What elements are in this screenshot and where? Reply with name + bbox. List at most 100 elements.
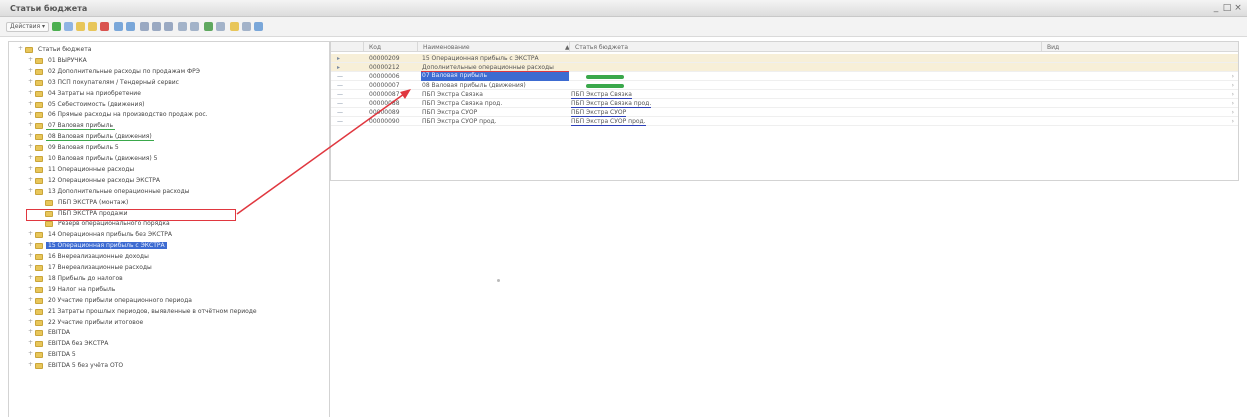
tree-item[interactable]: + EBITDA без ЭКСТРА	[9, 339, 329, 348]
tree-item[interactable]: +21 Затраты прошлых периодов, выявленные…	[9, 307, 329, 316]
table-row[interactable]: — 00000006 07 Валовая прибыль ›	[331, 72, 1238, 81]
sort-asc-icon[interactable]	[178, 22, 187, 31]
expand-toggle-icon[interactable]: +	[27, 361, 34, 370]
delete-icon[interactable]	[100, 22, 109, 31]
help-icon[interactable]	[254, 22, 263, 31]
column-header-kind[interactable]: Вид	[1047, 44, 1059, 51]
tree-item[interactable]: + Статьи бюджета	[9, 45, 329, 54]
add-group-icon[interactable]	[76, 22, 85, 31]
close-button[interactable]: ×	[1233, 3, 1243, 13]
actions-menu-button[interactable]: Действия ▾	[6, 22, 50, 32]
add-icon[interactable]	[52, 22, 61, 31]
sort-desc-icon[interactable]	[190, 22, 199, 31]
settings-icon[interactable]	[242, 22, 251, 31]
table-row[interactable]: — 00000090 ПБП Экстра СУОР прод. ПБП Экстра…	[331, 117, 1238, 126]
group-row-icon: ▸	[337, 64, 341, 71]
print-icon[interactable]	[230, 22, 239, 31]
tree-item[interactable]: + EBITDA 5 без учёта ОТО	[9, 361, 329, 370]
table-row[interactable]: — 00000087 ПБП Экстра Связка ПБП Экстра Свя…	[331, 90, 1238, 99]
tree-item[interactable]: +05 Себестоимость (движения)	[9, 100, 329, 109]
tree-item[interactable]: +15 Операционная прибыль с ЭКСТРА	[9, 241, 329, 250]
tree-item-label: 21 Затраты прошлых периодов, выявленные …	[48, 307, 257, 315]
tree-item[interactable]: +06 Прямые расходы на производство прода…	[9, 110, 329, 119]
tree-item[interactable]: +08 Валовая прибыль (движения)	[9, 132, 329, 142]
tree-item[interactable]: +07 Валовая прибыль	[9, 121, 329, 131]
table-row[interactable]: — 00000007 08 Валовая прибыль (движения) ›	[331, 81, 1238, 90]
expand-toggle-icon[interactable]: +	[27, 230, 34, 239]
hierarchy-icon[interactable]	[126, 22, 135, 31]
expand-toggle-icon[interactable]: +	[27, 56, 34, 65]
expand-toggle-icon[interactable]: +	[27, 132, 34, 141]
tree-item[interactable]: +01 ВЫРУЧКА	[9, 56, 329, 65]
minimize-button[interactable]: _	[1211, 3, 1221, 13]
refresh-icon[interactable]	[204, 22, 213, 31]
tree-item-label: 12 Операционные расходы ЭКСТРА	[48, 176, 161, 184]
expand-toggle-icon[interactable]: +	[27, 241, 34, 250]
maximize-button[interactable]: □	[1222, 3, 1232, 13]
tree-item[interactable]: +09 Валовая прибыль 5	[9, 143, 329, 152]
expand-toggle-icon[interactable]: +	[27, 100, 34, 109]
tree-item[interactable]: +14 Операционная прибыль без ЭКСТРА	[9, 230, 329, 239]
tree-item[interactable]: +11 Операционные расходы	[9, 165, 329, 174]
tree-item-label: 11 Операционные расходы	[48, 165, 135, 173]
history-icon[interactable]	[216, 22, 225, 31]
expand-toggle-icon[interactable]: +	[27, 154, 34, 163]
budget-items-tree[interactable]: + Статьи бюджета +01 ВЫРУЧКА +02 Дополнител…	[8, 41, 330, 417]
search-icon[interactable]	[140, 22, 149, 31]
expand-toggle-icon[interactable]: +	[27, 89, 34, 98]
tree-item[interactable]: +16 Внереализационные доходы	[9, 252, 329, 261]
expand-toggle-icon[interactable]: +	[27, 296, 34, 305]
expand-toggle-icon[interactable]: +	[27, 318, 34, 327]
table-row[interactable]: ▸ 00000212 Дополнительные операционные рас…	[331, 63, 1238, 72]
expand-toggle-icon[interactable]: +	[27, 285, 34, 294]
tree-item[interactable]: +02 Дополнительные расходы по продажам Ф…	[9, 67, 329, 76]
tree-icon[interactable]	[114, 22, 123, 31]
expand-toggle-icon[interactable]: +	[17, 45, 24, 54]
tree-item[interactable]: +18 Прибыль до налогов	[9, 274, 329, 283]
tree-item[interactable]: +22 Участие прибыли итоговое	[9, 318, 329, 327]
expand-toggle-icon[interactable]: +	[27, 328, 34, 337]
tree-item[interactable]: ПБП ЭКСТРА (монтаж)	[9, 198, 329, 207]
expand-toggle-icon[interactable]: +	[27, 307, 34, 316]
tree-item[interactable]: +03 ПСП покупателям / Тендерный сервис	[9, 78, 329, 87]
expand-toggle-icon[interactable]: +	[27, 110, 34, 119]
expand-toggle-icon[interactable]: +	[27, 176, 34, 185]
tree-item[interactable]: +20 Участие прибыли операционного период…	[9, 296, 329, 305]
expand-toggle-icon[interactable]: +	[27, 121, 34, 130]
column-header-budget-item[interactable]: Статья бюджета	[575, 44, 628, 51]
tree-item[interactable]: +10 Валовая прибыль (движения) 5	[9, 154, 329, 163]
column-header-code[interactable]: Код	[369, 44, 381, 51]
column-header-name[interactable]: Наименование	[423, 44, 470, 51]
edit-icon[interactable]	[88, 22, 97, 31]
expand-toggle-icon[interactable]	[37, 198, 44, 207]
expand-toggle-icon[interactable]: +	[27, 67, 34, 76]
expand-toggle-icon[interactable]: +	[27, 263, 34, 272]
tree-item[interactable]: +04 Затраты на приобретение	[9, 89, 329, 98]
tree-item[interactable]: +19 Налог на прибыль	[9, 285, 329, 294]
table-row[interactable]: ▸ 00000209 15 Операционная прибыль с ЭКСТР…	[331, 54, 1238, 63]
table-row[interactable]: — 00000088 ПБП Экстра Связка прод. ПБП Экст…	[331, 99, 1238, 108]
tree-item[interactable]: +17 Внереализационные расходы	[9, 263, 329, 272]
expand-toggle-icon[interactable]: +	[27, 187, 34, 196]
folder-icon	[35, 275, 43, 282]
expand-toggle-icon[interactable]: +	[27, 274, 34, 283]
filter-icon[interactable]	[152, 22, 161, 31]
expand-toggle-icon[interactable]: +	[27, 339, 34, 348]
copy-icon[interactable]	[64, 22, 73, 31]
tree-item[interactable]: +13 Дополнительные операционные расходы	[9, 187, 329, 196]
expand-toggle-icon[interactable]: +	[27, 165, 34, 174]
table-row[interactable]: — 00000089 ПБП Экстра СУОР ПБП Экстра СУОР ›	[331, 108, 1238, 117]
cell-code: 00000209	[369, 55, 400, 62]
tree-item[interactable]: + EBITDA 5	[9, 350, 329, 359]
toolbar: Действия ▾	[0, 17, 1247, 37]
expand-toggle-icon[interactable]: +	[27, 78, 34, 87]
tree-item[interactable]: + EBITDA	[9, 328, 329, 337]
items-table[interactable]: Код Наименование ▲ Статья бюджета Вид ▸ 0…	[330, 41, 1239, 181]
folder-icon	[35, 363, 43, 370]
filter-off-icon[interactable]	[164, 22, 173, 31]
expand-toggle-icon[interactable]: +	[27, 350, 34, 359]
tree-item[interactable]: +12 Операционные расходы ЭКСТРА	[9, 176, 329, 185]
cell-code: 00000087	[369, 91, 400, 98]
expand-toggle-icon[interactable]: +	[27, 143, 34, 152]
expand-toggle-icon[interactable]: +	[27, 252, 34, 261]
